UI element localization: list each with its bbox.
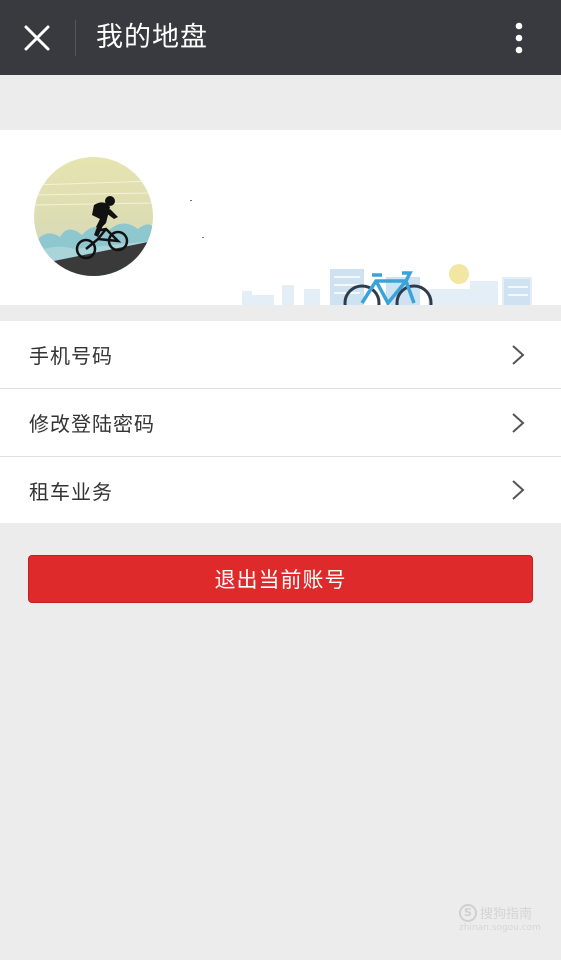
watermark-main: S 搜狗指南 xyxy=(459,903,532,922)
profile-card xyxy=(0,130,561,305)
chevron-right-icon xyxy=(512,480,525,500)
cyclist-avatar-image xyxy=(34,157,153,276)
menu-item-label: 租车业务 xyxy=(29,479,113,504)
avatar[interactable] xyxy=(34,157,153,276)
menu-item-change-password[interactable]: 修改登陆密码 xyxy=(0,389,561,457)
title-divider xyxy=(75,20,76,56)
watermark: S 搜狗指南 zhinan.sogou.com xyxy=(459,903,541,937)
page-title: 我的地盘 xyxy=(96,22,208,53)
logout-button[interactable]: 退出当前账号 xyxy=(28,555,533,603)
watermark-text: 搜狗指南 xyxy=(480,907,533,922)
menu-item-phone[interactable]: 手机号码 xyxy=(0,321,561,389)
city-bike-illustration xyxy=(242,264,532,305)
decor-dot xyxy=(190,200,192,201)
more-vertical-icon xyxy=(515,22,523,54)
more-button[interactable] xyxy=(499,18,539,58)
chevron-right-icon xyxy=(512,412,525,433)
close-button[interactable] xyxy=(14,15,60,61)
chevron-right-icon xyxy=(512,344,525,365)
menu-item-label: 手机号码 xyxy=(29,344,113,368)
title-bar: 我的地盘 xyxy=(0,0,561,75)
watermark-url: zhinan.sogou.com xyxy=(459,923,541,933)
menu-item-rental-business[interactable]: 租车业务 xyxy=(0,457,561,523)
close-icon xyxy=(24,25,50,51)
settings-menu: 手机号码 修改登陆密码 租车业务 xyxy=(0,321,561,523)
menu-item-label: 修改登陆密码 xyxy=(29,412,155,436)
decor-dot xyxy=(202,237,204,238)
sogou-logo-icon: S xyxy=(459,903,477,922)
